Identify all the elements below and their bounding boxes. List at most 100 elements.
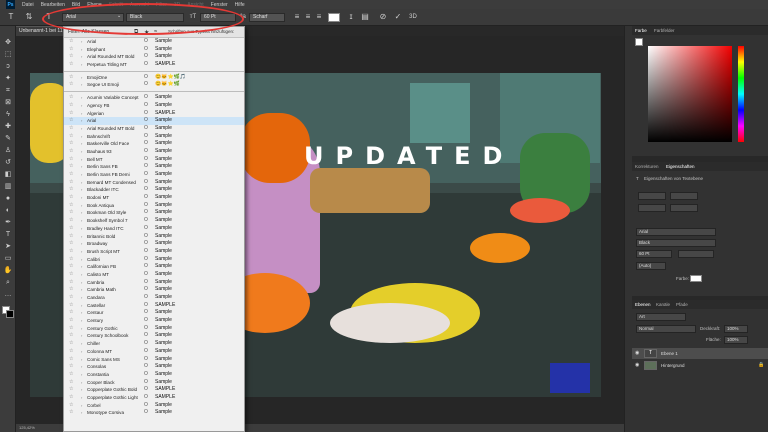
chevron-right-icon[interactable]: › [81, 379, 82, 387]
favorite-star-icon[interactable]: ☆ [69, 38, 73, 46]
type-tool-icon[interactable]: T [3, 230, 13, 240]
font-list-item[interactable]: ☆ › Century O Sample [64, 317, 244, 325]
chevron-down-icon[interactable]: ⌄ [117, 13, 123, 22]
font-list-item[interactable]: ☆ › Arial O Sample [64, 38, 244, 46]
shape-tool-icon[interactable]: ▭ [3, 254, 13, 264]
font-list-item[interactable]: ☆ › Agency FB O Sample [64, 102, 244, 110]
favorite-star-icon[interactable]: ☆ [69, 302, 73, 310]
props-font-field[interactable]: Arial [636, 228, 716, 236]
font-style-field[interactable]: Black [126, 13, 184, 22]
orientation-icon[interactable]: ⇅ [24, 12, 34, 22]
favorite-star-icon[interactable]: ☆ [69, 46, 73, 54]
favorite-star-icon[interactable]: ☆ [69, 140, 73, 148]
font-filter-label[interactable]: Filter: Alle Klassen [68, 29, 109, 35]
document-tab[interactable]: Unbenannt-1 bei 11 [16, 26, 66, 36]
align-center-icon[interactable]: ≡ [303, 12, 313, 22]
chevron-right-icon[interactable]: › [81, 202, 82, 210]
favorite-star-icon[interactable]: ☆ [69, 240, 73, 248]
fill-field[interactable]: 100% [724, 336, 748, 344]
chevron-right-icon[interactable]: › [81, 46, 82, 54]
tab-pfade[interactable]: Pfade [676, 301, 688, 308]
chevron-right-icon[interactable]: › [81, 325, 82, 333]
tab-farbe[interactable]: Farbe [635, 27, 647, 34]
chevron-right-icon[interactable]: › [81, 156, 82, 164]
crop-tool-icon[interactable]: ⌗ [3, 86, 13, 96]
font-list-item[interactable]: ☆ › Copperplate Gothic Bold O SAMPLE [64, 386, 244, 394]
text-tool-icon[interactable]: T [6, 12, 16, 22]
font-list-item[interactable]: ☆ › Cooper Black O Sample [64, 379, 244, 387]
font-list-item[interactable]: ☆ › Baskerville Old Face O Sample [64, 140, 244, 148]
font-size-field[interactable]: 60 Pt [200, 13, 236, 22]
chevron-right-icon[interactable]: › [81, 286, 82, 294]
chevron-right-icon[interactable]: › [81, 302, 82, 310]
chevron-right-icon[interactable]: › [81, 348, 82, 356]
tab-farbfelder[interactable]: Farbfelder [654, 27, 675, 34]
font-list-item[interactable]: ☆ › Elephant O Sample [64, 46, 244, 54]
chevron-right-icon[interactable]: › [81, 309, 82, 317]
gradient-tool-icon[interactable]: ▥ [3, 182, 13, 192]
chevron-right-icon[interactable]: › [81, 61, 82, 69]
favorite-star-icon[interactable]: ☆ [69, 74, 73, 82]
font-list-item[interactable]: ☆ › Bodoni MT O Sample [64, 194, 244, 202]
font-list-item[interactable]: ☆ › Arial Rounded MT Bold O Sample [64, 125, 244, 133]
chevron-right-icon[interactable]: › [81, 263, 82, 271]
favorite-star-icon[interactable]: ☆ [69, 117, 73, 125]
font-list-item[interactable]: ☆ › Berlin Sans FB Demi O Sample [64, 171, 244, 179]
props-leading-field[interactable]: (Auto) [636, 262, 666, 270]
favorite-star-icon[interactable]: ☆ [69, 171, 73, 179]
props-color-swatch[interactable] [690, 275, 702, 282]
favorite-star-icon[interactable]: ☆ [69, 309, 73, 317]
menu-bild[interactable]: Bild [72, 2, 80, 8]
transform-x-field[interactable] [638, 204, 666, 212]
font-family-field[interactable]: Arial [62, 13, 124, 22]
font-list-item[interactable]: ☆ › Calibri O Sample [64, 256, 244, 264]
chevron-right-icon[interactable]: › [81, 179, 82, 187]
path-selection-icon[interactable]: ➤ [3, 242, 13, 252]
favorite-star-icon[interactable]: ☆ [69, 194, 73, 202]
chevron-right-icon[interactable]: › [81, 117, 82, 125]
chevron-right-icon[interactable]: › [81, 81, 82, 89]
menu-hilfe[interactable]: Hilfe [235, 2, 245, 8]
color-field[interactable] [648, 46, 732, 142]
favorite-star-icon[interactable]: ☆ [69, 363, 73, 371]
chevron-right-icon[interactable]: › [81, 140, 82, 148]
chevron-right-icon[interactable]: › [81, 171, 82, 179]
chevron-right-icon[interactable]: › [81, 409, 82, 417]
favorite-star-icon[interactable]: ☆ [69, 53, 73, 61]
font-list-item[interactable]: ☆ › Berlin Sans FB O Sample [64, 163, 244, 171]
history-brush-icon[interactable]: ↺ [3, 158, 13, 168]
font-list-item[interactable]: ☆ › Bookman Old Style O Sample [64, 209, 244, 217]
chevron-right-icon[interactable]: › [81, 102, 82, 110]
favorite-star-icon[interactable]: ☆ [69, 217, 73, 225]
chevron-right-icon[interactable]: › [81, 125, 82, 133]
menu-ebene[interactable]: Ebene [87, 2, 101, 8]
favorite-star-icon[interactable]: ☆ [69, 133, 73, 141]
chevron-right-icon[interactable]: › [81, 394, 82, 402]
font-list-item[interactable]: ☆ › Broadway O Sample [64, 240, 244, 248]
favorite-star-icon[interactable]: ☆ [69, 94, 73, 102]
favorite-star-icon[interactable]: ☆ [69, 325, 73, 333]
font-list-item[interactable]: ☆ › Bell MT O Sample [64, 156, 244, 164]
font-list-item[interactable]: ☆ › Arial O Sample [64, 117, 244, 125]
font-list-item[interactable]: ☆ › Bauhaus 93 O Sample [64, 148, 244, 156]
menu-ansicht[interactable]: Ansicht [187, 2, 203, 8]
chevron-right-icon[interactable]: › [81, 233, 82, 241]
font-list-item[interactable]: ☆ › Segoe UI Emoji O 😊🐱⭐🌿 [64, 81, 244, 89]
eraser-tool-icon[interactable]: ◧ [3, 170, 13, 180]
favorite-star-icon[interactable]: ☆ [69, 163, 73, 171]
chevron-right-icon[interactable]: › [81, 256, 82, 264]
favorite-star-icon[interactable]: ☆ [69, 81, 73, 89]
menu-filter[interactable]: Filter [156, 2, 167, 8]
clone-stamp-icon[interactable]: ♙ [3, 146, 13, 156]
headline-text[interactable]: UPDATED [304, 142, 514, 170]
font-list-item[interactable]: ☆ › Colonna MT O Sample [64, 348, 244, 356]
warp-text-icon[interactable]: ɪ [346, 12, 356, 22]
chevron-right-icon[interactable]: › [81, 186, 82, 194]
font-list-item[interactable]: ☆ › Century Schoolbook O Sample [64, 332, 244, 340]
chevron-right-icon[interactable]: › [81, 271, 82, 279]
magic-wand-icon[interactable]: ✦ [3, 74, 13, 84]
eye-icon[interactable]: ◉ [635, 350, 639, 356]
font-list-item[interactable]: ☆ › Cambria Math O Sample [64, 286, 244, 294]
font-list-item[interactable]: ☆ › Candara O Sample [64, 294, 244, 302]
favorite-star-icon[interactable]: ☆ [69, 248, 73, 256]
